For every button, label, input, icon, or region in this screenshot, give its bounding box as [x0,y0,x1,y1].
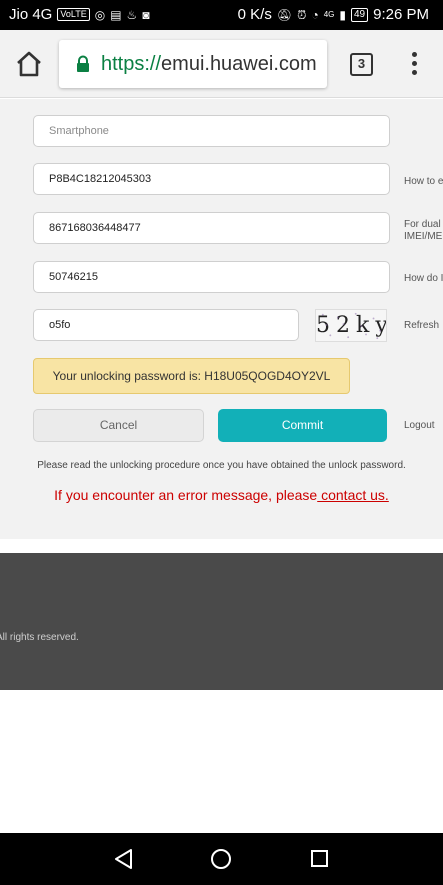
cancel-button[interactable]: Cancel [33,409,204,442]
recents-icon[interactable] [311,850,328,867]
serial-hint-link[interactable]: How to e [404,176,443,188]
status-bar: Jio 4G VoLTE ◎ ▤ ♨ ◙ 0 K/s 🔕︎ ⏰︎ ◔ 4G ▮ … [0,0,443,30]
captcha-noise [321,312,382,340]
mute-icon: 🔕︎ [276,7,293,22]
commit-button[interactable]: Commit [218,409,387,442]
battery-icon: 49 [351,7,369,22]
whatsapp-icon: ◎ [94,7,106,22]
refresh-captcha-link[interactable]: Refresh [404,320,439,332]
home-button[interactable] [14,50,44,78]
alarm-icon: ⏰︎ [297,7,307,22]
logout-link[interactable]: Logout [404,420,435,431]
contact-us-link[interactable]: contact us. [317,487,389,503]
volte-icon: VoLTE [57,8,90,21]
signal-type: 4G [323,10,335,19]
carrier-label: Jio 4G [9,6,53,23]
lock-icon [77,55,89,72]
imei-field[interactable]: 867168036448477 [33,212,390,244]
unlock-password-notice: Your unlocking password is: H18U05QOGD4O… [33,358,350,394]
home-nav-icon[interactable] [211,849,231,869]
product-id-hint-link[interactable]: How do I [404,273,443,285]
unlock-form: Smartphone P8B4C18212045303 How to e 867… [0,99,443,539]
device-type-select[interactable]: Smartphone [33,115,390,147]
captcha-image: 52ky [315,309,387,342]
wifi-icon: ◔ [311,7,319,22]
copyright-text: All rights reserved. [0,632,79,643]
message-icon: ▤ [110,7,122,22]
captcha-input[interactable]: o5fo [33,309,299,341]
home-icon [17,51,41,77]
back-icon[interactable] [114,849,134,869]
system-nav-bar [0,833,443,885]
serial-number-field[interactable]: P8B4C18212045303 [33,163,390,195]
page-footer: All rights reserved. [0,553,443,690]
address-bar[interactable]: https://emui.huawei.com [59,40,327,88]
signal-icon: ▮ [339,7,346,22]
instagram-icon: ◙ [142,7,150,22]
error-message: If you encounter an error message, pleas… [54,487,389,503]
browser-toolbar: https://emui.huawei.com 3 [0,30,443,98]
clock: 9:26 PM [373,6,429,23]
menu-dots-icon [411,52,417,57]
product-id-field[interactable]: 50746215 [33,261,390,293]
overflow-menu-button[interactable] [404,50,424,78]
url-text: https://emui.huawei.com [101,52,317,75]
flame-icon: ♨ [126,7,138,22]
procedure-note: Please read the unlocking procedure once… [37,460,406,471]
net-speed: 0 K/s [237,6,272,23]
imei-hint: For dual IMEI/ME [404,219,443,242]
tab-switcher-button[interactable]: 3 [350,53,373,76]
